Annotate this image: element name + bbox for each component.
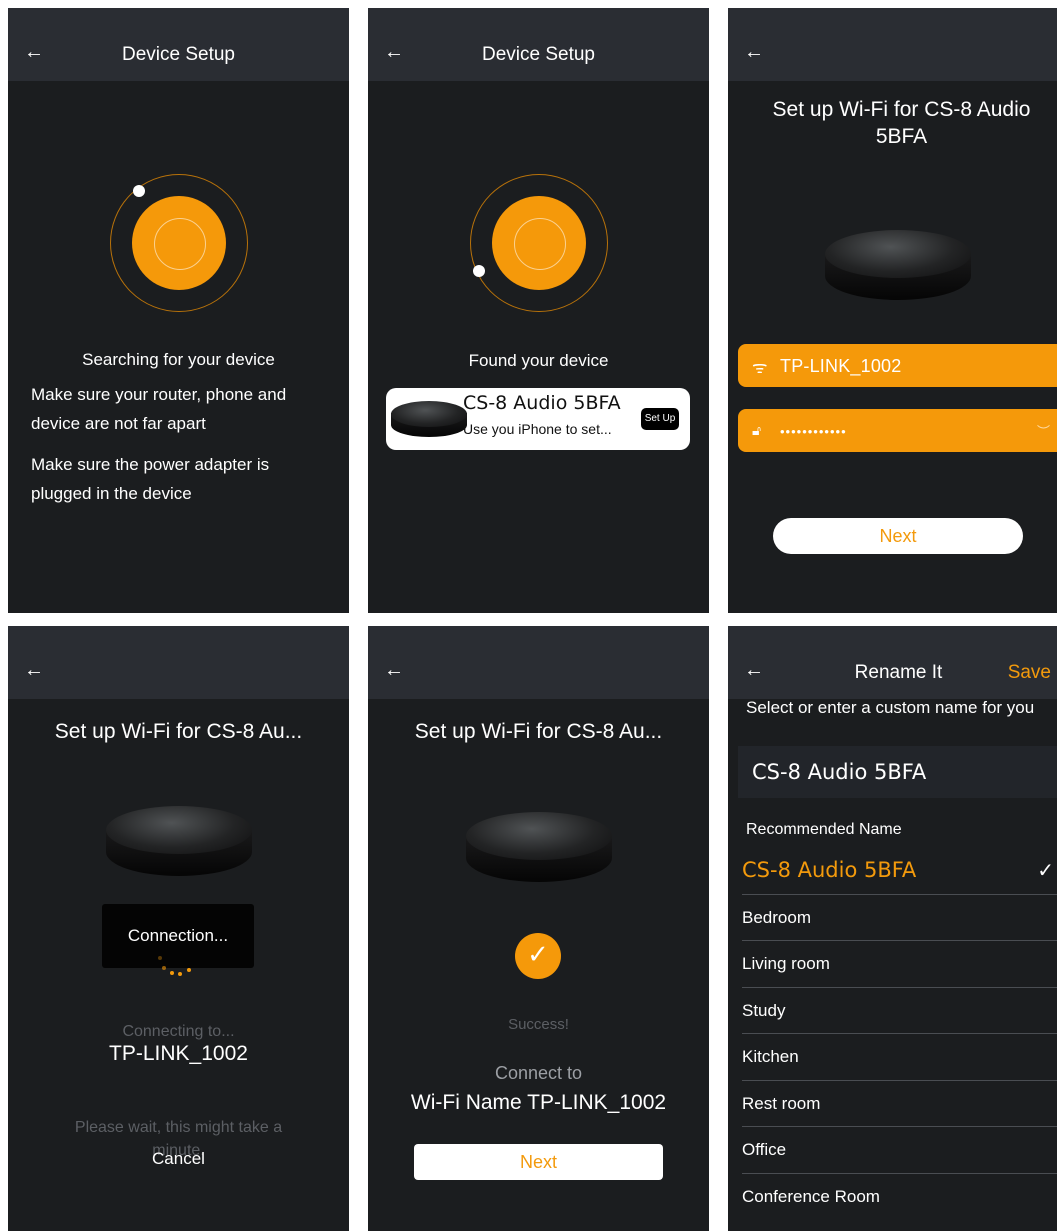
device-image [466,812,612,884]
device-image [106,806,252,878]
option-label: Bedroom [742,907,811,927]
connection-toast: Connection... [102,904,254,968]
recommended-label: Recommended Name [746,821,902,838]
setup-button[interactable]: Set Up [641,408,679,430]
screen-found: ← Device Setup Found your device CS-8 Au… [368,8,709,613]
option-label: Conference Room [742,1186,880,1206]
option-label: Kitchen [742,1047,799,1066]
next-button[interactable]: Next [773,518,1023,554]
back-arrow-icon[interactable]: ← [384,660,404,680]
list-item[interactable]: Living room [742,941,1057,988]
custom-name-input[interactable] [738,746,1057,798]
top-bar: ← Device Setup [8,8,349,81]
device-image [825,230,971,302]
screen-success: ← Set up Wi-Fi for CS-8 Au... ✓ Success!… [368,626,709,1231]
cancel-button[interactable]: Cancel [8,1149,349,1169]
device-name: CS-8 Audio 5BFA [463,392,621,414]
wifi-icon: ᯤ [752,358,768,377]
connect-to-label: Connect to [494,1063,583,1083]
next-button[interactable]: Next [414,1144,663,1180]
rename-prompt: Select or enter a custom name for you [746,698,1035,717]
option-label: Study [742,1000,786,1020]
page-title: Device Setup [481,44,595,65]
top-bar: ← Device Setup [368,8,709,81]
list-item[interactable]: CS-8 Audio 5BFA ✓ [742,848,1057,895]
search-status: Searching for your device [82,350,275,369]
password-input[interactable] [778,409,1032,454]
wifi-heading: Set up Wi-Fi for CS-8 Au... [54,720,303,743]
option-label: Rest room [742,1093,821,1113]
option-label: Living room [742,954,830,973]
top-bar: ← Rename It Save [728,626,1057,699]
list-item[interactable]: Office [742,1127,1057,1174]
ssid-field[interactable]: ᯤ [738,344,1057,389]
back-arrow-icon[interactable]: ← [744,42,764,62]
connecting-label: Connecting to... [122,1023,235,1040]
screen-wifi-setup: ← Set up Wi-Fi for CS-8 Audio 5BFA ᯤ 🔓︎ … [728,8,1057,613]
screen-connecting: ← Set up Wi-Fi for CS-8 Au... Connection… [8,626,349,1231]
searching-radar [470,174,608,312]
list-item[interactable]: Conference Room [742,1174,1057,1220]
device-subtitle: Use you iPhone to set... [463,421,612,437]
searching-radar [110,174,248,312]
wifi-heading: Set up Wi-Fi for CS-8 Audio 5BFA [772,98,1031,148]
radar-inner-ring [514,218,566,270]
page-title: Device Setup [121,44,235,65]
radar-dot [473,265,485,277]
radar-dot [133,185,145,197]
eye-closed-icon[interactable]: ︶ [1037,421,1050,440]
toast-text: Connection... [127,926,229,945]
top-bar: ← [368,626,709,699]
wifi-name-label: Wi-Fi Name TP-LINK_1002 [410,1091,667,1114]
tip-distance: Make sure your router, phone and device … [31,385,287,433]
top-bar: ← [728,8,1057,81]
radar-inner-ring [154,218,206,270]
save-button[interactable]: Save [1008,662,1051,684]
check-icon: ✓ [1037,858,1054,882]
wifi-heading: Set up Wi-Fi for CS-8 Au... [414,720,663,743]
success-check-icon: ✓ [515,933,561,979]
success-label: Success! [508,1016,569,1033]
list-item[interactable]: Kitchen [742,1034,1057,1081]
back-arrow-icon[interactable]: ← [24,660,44,680]
lock-icon: 🔓︎ [752,422,762,438]
screen-rename: ← Rename It Save Select or enter a custo… [728,626,1057,1231]
list-item[interactable]: Bedroom [742,895,1057,941]
ssid-input[interactable] [778,344,1032,389]
list-item[interactable]: Rest room [742,1081,1057,1127]
found-device-card[interactable]: CS-8 Audio 5BFA Use you iPhone to set...… [386,388,690,450]
password-field[interactable]: 🔓︎ ︶ [738,409,1057,454]
list-item[interactable]: Study [742,988,1057,1034]
ssid-label: TP-LINK_1002 [109,1042,248,1065]
screen-searching: ← Device Setup Searching for your device… [8,8,349,613]
option-label: CS-8 Audio 5BFA [742,858,917,882]
option-label: Office [742,1140,787,1159]
top-bar: ← [8,626,349,699]
device-thumbnail [391,401,467,439]
found-status: Found your device [468,351,609,370]
tip-power: Make sure the power adapter is plugged i… [31,455,270,503]
recommended-name-list: CS-8 Audio 5BFA ✓ Bedroom Living room Stu… [742,848,1057,1219]
